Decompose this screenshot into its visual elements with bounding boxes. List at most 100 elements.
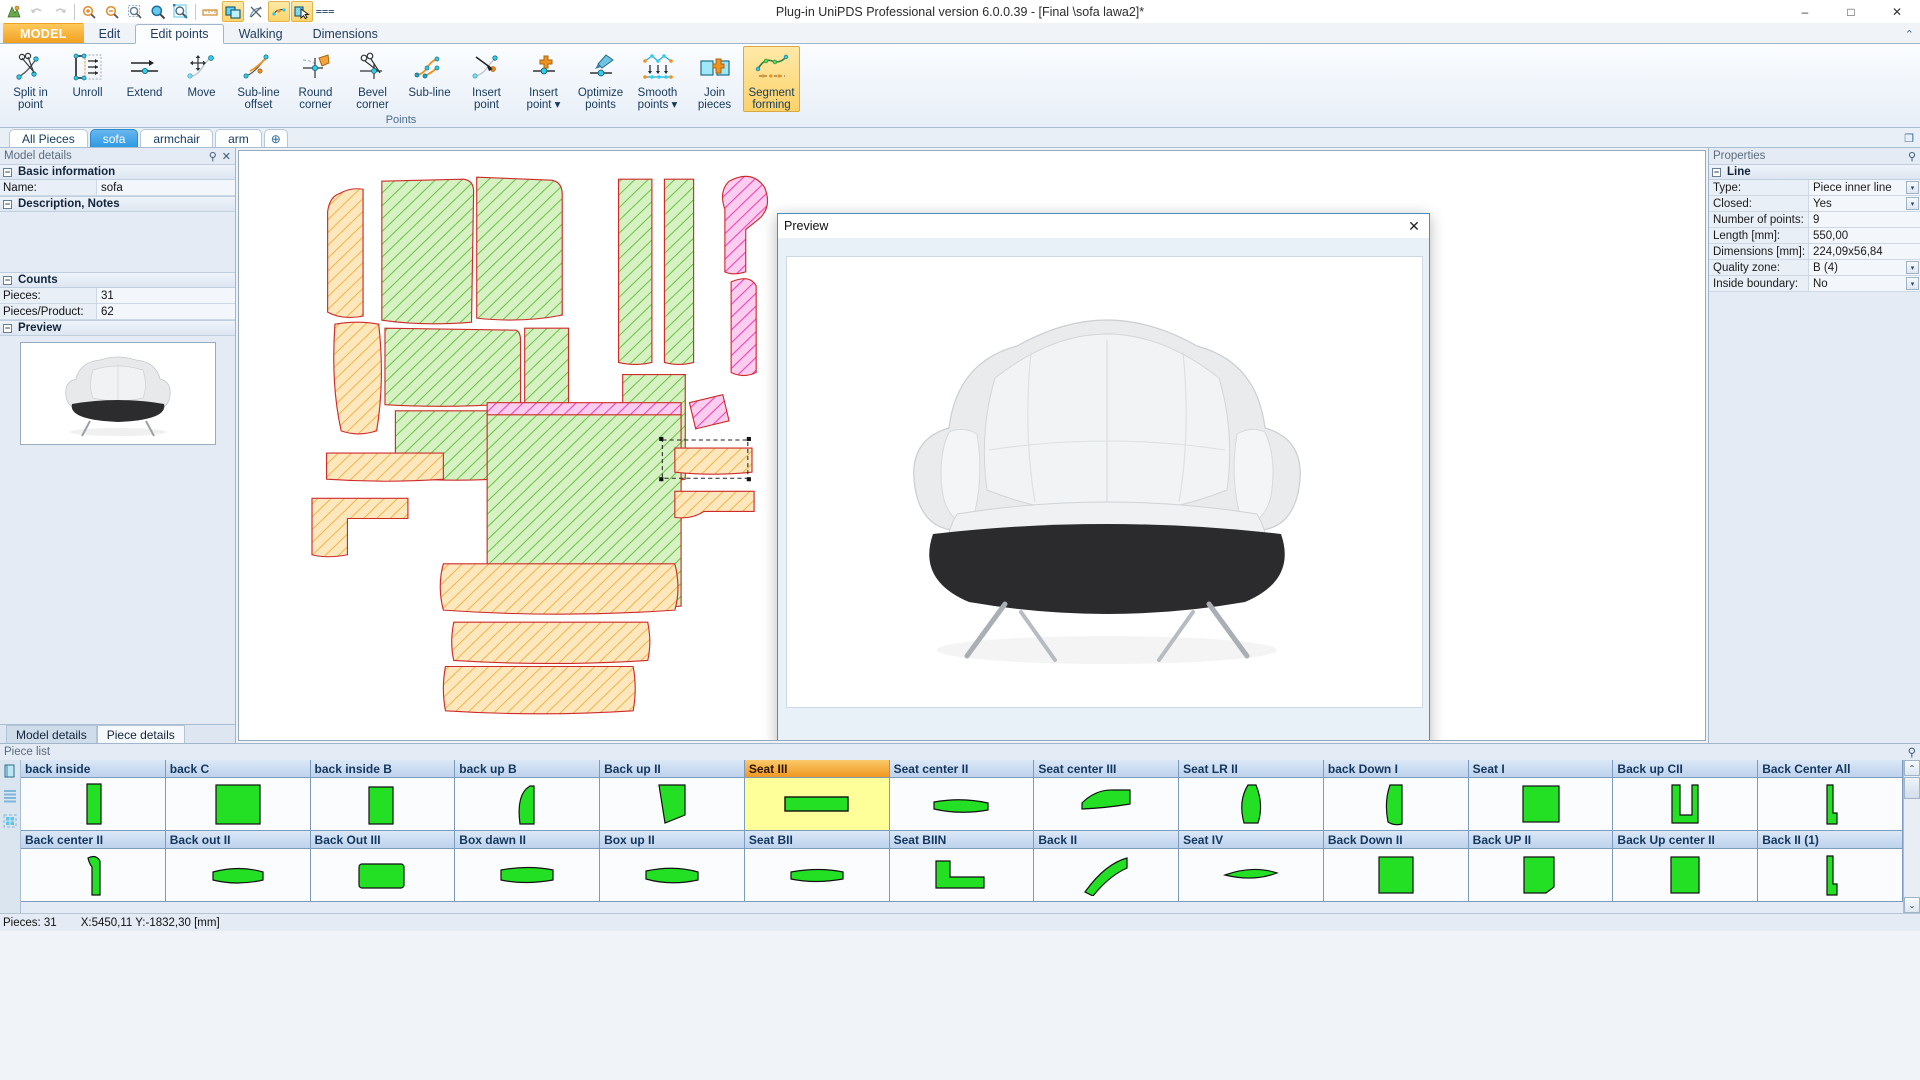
scroll-down-icon[interactable]: ⌄ [1904,897,1920,913]
chevron-down-icon[interactable]: ▾ [1906,181,1919,194]
piece-cell-back-out-iii[interactable]: Back Out III [310,831,456,902]
piece-cell-back-down-ii[interactable]: Back Down II [1323,831,1469,902]
split-in-point-button[interactable]: Split in point [2,46,59,112]
piece-shape [1034,849,1178,901]
piece-cell-back-out-ii[interactable]: Back out II [165,831,311,902]
scrollbar-thumb[interactable] [1904,777,1920,799]
pin-icon-piecelist[interactable]: ⚲ [1908,745,1916,759]
pieces-view-icon[interactable] [3,764,17,781]
doc-tab-sofa[interactable]: sofa [89,129,139,147]
property-type-value[interactable]: Piece inner line ▾ [1808,180,1920,195]
group-preview-label: Preview [18,322,62,334]
piece-cell-back-up-ii[interactable]: Back up II [600,760,745,831]
insert-point-menu-button[interactable]: Insert point ▾ [515,46,572,112]
tab-walking[interactable]: Walking [224,23,298,43]
property-closed-text: Yes [1813,197,1832,210]
optimize-points-button[interactable]: Optimize points [572,46,629,112]
piece-cell-back-ii-1[interactable]: Back II (1) [1758,831,1903,902]
piece-cell-seat-biin[interactable]: Seat BIIN [889,831,1035,902]
field-name-value[interactable]: sofa [96,180,235,195]
expander-icon-2[interactable]: − [3,199,12,209]
group-line[interactable]: − Line [1709,164,1920,180]
piece-cell-back-ii[interactable]: Back II [1034,831,1180,902]
list-view-icon[interactable] [3,789,17,806]
preview-dialog-close-button[interactable]: ✕ [1405,217,1423,235]
piece-cell-box-dawn-ii[interactable]: Box dawn II [455,831,601,902]
piece-cell-back-up-center-ii[interactable]: Back Up center II [1613,831,1759,902]
tab-edit[interactable]: Edit [84,23,136,43]
tab-edit-points[interactable]: Edit points [135,24,224,44]
doc-tab-arm[interactable]: arm [215,129,262,147]
piece-cell-seat-lr-ii[interactable]: Seat LR II [1179,760,1324,831]
piece-cell-back-up-b[interactable]: back up B [455,760,601,831]
piece-cell-seat-i[interactable]: Seat I [1468,760,1614,831]
expander-icon-4[interactable]: − [3,323,12,333]
canvas-area[interactable]: Preview ✕ [236,148,1708,743]
piece-cell-seat-bii[interactable]: Seat BII [744,831,890,902]
tab-model[interactable]: MODEL [3,23,84,43]
preview-dialog[interactable]: Preview ✕ [777,213,1430,740]
chevron-down-icon-4[interactable]: ▾ [1906,277,1919,290]
property-closed-value[interactable]: Yes ▾ [1808,196,1920,211]
minimize-button[interactable]: – [1782,0,1828,23]
group-basic-information[interactable]: − Basic information [0,164,235,180]
doc-tab-armchair[interactable]: armchair [140,129,214,147]
segment-forming-button[interactable]: Segment forming [743,46,800,112]
piece-list-row-2: Back center II Back out II Back Out III … [21,831,1903,902]
piece-cell-back-down-i[interactable]: back Down I [1323,760,1469,831]
sub-line-button[interactable]: Sub-line [401,46,458,108]
piece-cell-box-up-ii[interactable]: Box up II [600,831,745,902]
chevron-down-icon-3[interactable]: ▾ [1906,261,1919,274]
piece-cell-seat-center-iii[interactable]: Seat center III [1034,760,1180,831]
grid-view-icon[interactable] [3,814,17,831]
property-quality-zone-value[interactable]: B (4) ▾ [1808,260,1920,275]
doc-tab-add[interactable]: ⊕ [263,129,288,147]
round-corner-button[interactable]: Round corner [287,46,344,112]
piece-cell-seat-iv[interactable]: Seat IV [1179,831,1324,902]
restore-panel-icon[interactable]: ❐ [1904,132,1914,145]
sub-line-offset-button[interactable]: Sub-line offset [230,46,287,112]
group-description-notes[interactable]: − Description, Notes [0,196,235,212]
piece-cell-back-c[interactable]: back C [165,760,311,831]
window-title: Plug-in UniPDS Professional version 6.0.… [775,4,1145,19]
pin-icon[interactable]: ⚲ [209,150,217,163]
group-preview[interactable]: − Preview [0,320,235,336]
tab-model-details[interactable]: Model details [6,725,97,743]
property-inside-boundary-value[interactable]: No ▾ [1808,276,1920,291]
piece-cell-back-up-ii-2[interactable]: Back UP II [1468,831,1614,902]
group-counts[interactable]: − Counts [0,272,235,288]
close-icon[interactable]: ✕ [222,150,231,163]
scroll-up-icon[interactable]: ⌃ [1904,760,1920,776]
maximize-button[interactable]: □ [1828,0,1874,23]
expander-icon[interactable]: − [3,167,12,177]
piece-cell-back-inside[interactable]: back inside [21,760,166,831]
round-corner-label: Round corner [298,87,333,111]
piece-label: Seat LR II [1179,760,1323,778]
expander-icon-line[interactable]: − [1712,167,1721,177]
bevel-corner-button[interactable]: Bevel corner [344,46,401,112]
tab-dimensions[interactable]: Dimensions [298,23,393,43]
segment-forming-icon [755,51,789,85]
piece-cell-seat-center-ii[interactable]: Seat center II [889,760,1035,831]
tab-piece-details[interactable]: Piece details [96,725,185,743]
join-pieces-button[interactable]: Join pieces [686,46,743,112]
pattern-canvas[interactable]: Preview ✕ [238,150,1706,741]
extend-button[interactable]: Extend [116,46,173,108]
piece-cell-back-up-cii[interactable]: Back up CII [1613,760,1759,831]
notes-area[interactable] [0,212,235,272]
piece-cell-back-center-all[interactable]: Back Center All [1758,760,1903,831]
move-button[interactable]: Move [173,46,230,108]
close-button[interactable]: ✕ [1874,0,1920,23]
piece-cell-back-center-ii[interactable]: Back center II [21,831,166,902]
piece-list-scrollbar[interactable]: ⌃ ⌄ [1903,760,1920,913]
expander-icon-3[interactable]: − [3,275,12,285]
doc-tab-all-pieces[interactable]: All Pieces [9,129,88,147]
collapse-ribbon-icon[interactable]: ⌃ [1905,28,1914,41]
pin-icon-right[interactable]: ⚲ [1908,150,1916,163]
insert-point-button[interactable]: Insert point [458,46,515,112]
chevron-down-icon-2[interactable]: ▾ [1906,197,1919,210]
piece-cell-seat-iii[interactable]: Seat III [744,760,890,831]
piece-cell-back-inside-b[interactable]: back inside B [310,760,456,831]
smooth-points-button[interactable]: Smooth points ▾ [629,46,686,112]
unroll-button[interactable]: Unroll [59,46,116,108]
